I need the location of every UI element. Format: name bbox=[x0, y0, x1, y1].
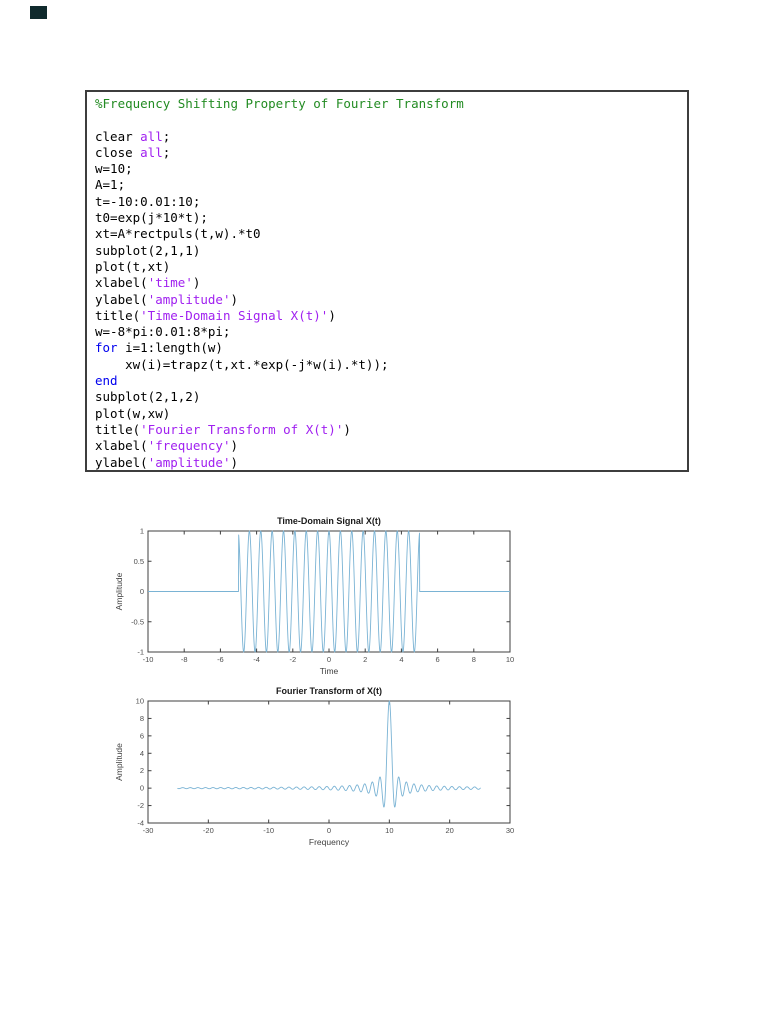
svg-text:0: 0 bbox=[327, 826, 331, 835]
series-line bbox=[177, 700, 481, 808]
svg-text:1: 1 bbox=[140, 527, 144, 536]
code-line: ylabel('amplitude') bbox=[95, 454, 239, 470]
svg-text:0.5: 0.5 bbox=[134, 557, 144, 566]
chart-title: Fourier Transform of X(t) bbox=[276, 686, 382, 696]
code-line: A=1; bbox=[95, 177, 126, 193]
svg-text:20: 20 bbox=[445, 826, 453, 835]
svg-text:-6: -6 bbox=[217, 655, 224, 664]
svg-text:-0.5: -0.5 bbox=[131, 617, 144, 626]
svg-text:0: 0 bbox=[140, 587, 144, 596]
code-line: w=-8*pi:0.01:8*pi; bbox=[95, 324, 231, 340]
svg-text:6: 6 bbox=[436, 655, 440, 664]
svg-text:-4: -4 bbox=[137, 819, 144, 828]
svg-text:10: 10 bbox=[385, 826, 393, 835]
code-line: plot(t,xt) bbox=[95, 258, 171, 274]
code-line: ylabel('amplitude') bbox=[95, 291, 239, 307]
code-line: xlabel('time') bbox=[95, 275, 201, 291]
svg-text:0: 0 bbox=[327, 655, 331, 664]
code-line: %Frequency Shifting Property of Fourier … bbox=[95, 96, 464, 111]
code-line: plot(w,xw) bbox=[95, 405, 171, 421]
svg-text:-2: -2 bbox=[137, 801, 144, 810]
code-line: xt=A*rectpuls(t,w).*t0 bbox=[95, 226, 261, 242]
y-axis-label: Amplitude bbox=[114, 743, 124, 781]
document-page: { "page": { "background": "#ffffff", "ar… bbox=[0, 0, 768, 1024]
svg-text:-10: -10 bbox=[263, 826, 274, 835]
chart-title: Time-Domain Signal X(t) bbox=[277, 516, 381, 526]
svg-text:6: 6 bbox=[140, 731, 144, 740]
svg-text:-20: -20 bbox=[203, 826, 214, 835]
code-line: clear all; bbox=[95, 128, 171, 144]
page-corner-artifact bbox=[30, 6, 47, 19]
svg-text:-2: -2 bbox=[289, 655, 296, 664]
svg-text:-8: -8 bbox=[181, 655, 188, 664]
svg-text:4: 4 bbox=[140, 749, 144, 758]
svg-text:-1: -1 bbox=[137, 648, 144, 657]
svg-text:8: 8 bbox=[140, 714, 144, 723]
svg-text:-30: -30 bbox=[143, 826, 154, 835]
code-line: t0=exp(j*10*t); bbox=[95, 210, 208, 226]
code-line: close all; bbox=[95, 144, 171, 160]
svg-text:4: 4 bbox=[399, 655, 403, 664]
code-line: for i=1:length(w) bbox=[95, 340, 223, 356]
code-line: xlabel('frequency') bbox=[95, 438, 239, 454]
code-line: subplot(2,1,1) bbox=[95, 242, 201, 258]
code-line: w=10; bbox=[95, 161, 133, 177]
code-line: xw(i)=trapz(t,xt.*exp(-j*w(i).*t)); bbox=[95, 356, 389, 372]
svg-text:-4: -4 bbox=[253, 655, 260, 664]
svg-text:8: 8 bbox=[472, 655, 476, 664]
code-line: title('Time-Domain Signal X(t)') bbox=[95, 307, 336, 323]
code-line: title('Fourier Transform of X(t)') bbox=[95, 421, 351, 437]
x-axis-label: Time bbox=[320, 666, 339, 676]
time-domain-chart: -10 -8 -6 -4 -2 0 2 4 6 8 10 -1 -0.5 0 0.5 1 Time-Domain… bbox=[95, 512, 535, 680]
code-line: subplot(2,1,2) bbox=[95, 389, 201, 405]
svg-text:0: 0 bbox=[140, 784, 144, 793]
matlab-code-block: %Frequency Shifting Property of Fourier … bbox=[85, 90, 689, 472]
svg-text:10: 10 bbox=[136, 697, 144, 706]
code-line: t=-10:0.01:10; bbox=[95, 193, 201, 209]
svg-text:10: 10 bbox=[506, 655, 514, 664]
y-axis-label: Amplitude bbox=[114, 572, 124, 610]
svg-text:30: 30 bbox=[506, 826, 514, 835]
series-line bbox=[147, 530, 511, 653]
svg-text:2: 2 bbox=[140, 766, 144, 775]
svg-text:-10: -10 bbox=[143, 655, 154, 664]
code-line: end bbox=[95, 373, 118, 389]
fourier-transform-chart: -30 -20 -10 0 10 20 30 -4 -2 0 2 4 6 8 10 Fourier Trans… bbox=[95, 680, 535, 852]
svg-text:2: 2 bbox=[363, 655, 367, 664]
x-axis-label: Frequency bbox=[309, 837, 350, 847]
